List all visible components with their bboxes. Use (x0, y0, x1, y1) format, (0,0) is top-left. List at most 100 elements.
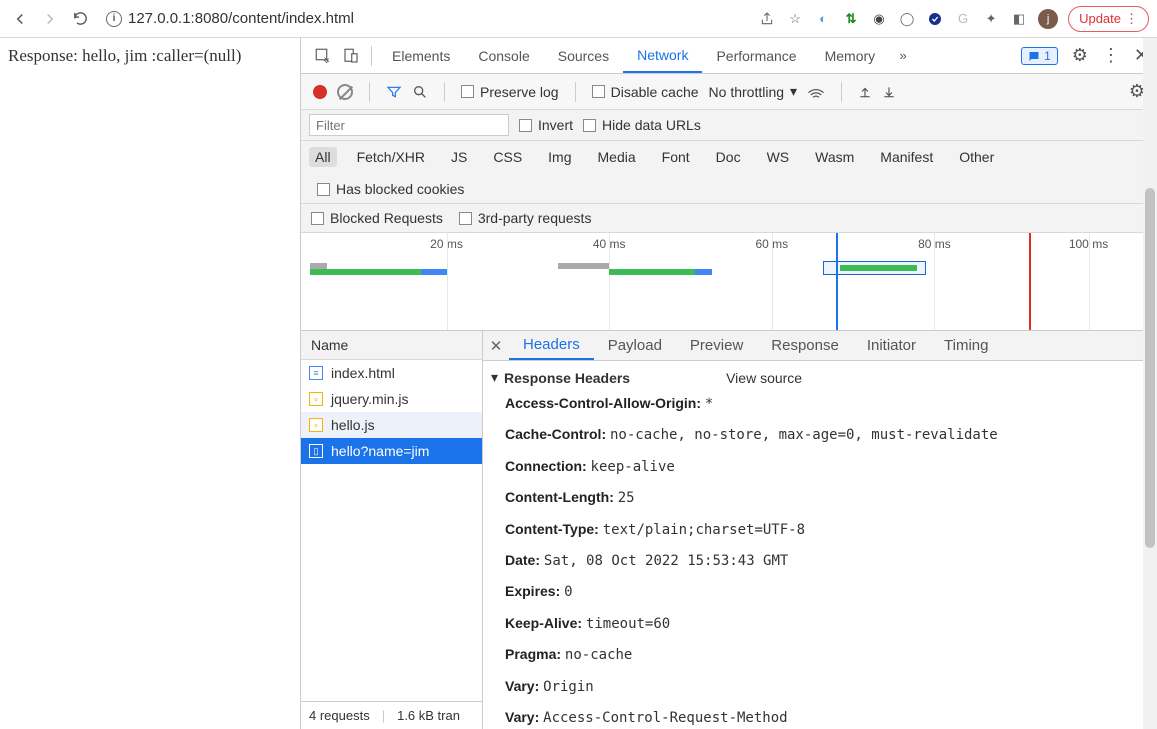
column-header-name[interactable]: Name (301, 331, 482, 360)
tab-sources[interactable]: Sources (544, 38, 623, 73)
devtools-menu-icon[interactable]: ⋮ (1102, 45, 1120, 66)
details-tab-headers[interactable]: Headers (509, 331, 594, 360)
header-value: timeout=60 (586, 616, 670, 632)
issues-badge[interactable]: 1 (1021, 47, 1058, 65)
type-ws[interactable]: WS (761, 147, 796, 167)
forward-button[interactable] (38, 7, 62, 31)
type-img[interactable]: Img (542, 147, 577, 167)
type-doc[interactable]: Doc (710, 147, 747, 167)
request-summary: 4 requests | 1.6 kB tran (301, 701, 482, 729)
star-icon[interactable]: ☆ (786, 10, 804, 28)
invert-checkbox[interactable]: Invert (519, 117, 573, 133)
file-html-icon: ≡ (309, 366, 323, 380)
update-menu-icon[interactable]: ⋮ (1125, 11, 1138, 27)
request-row[interactable]: ∘hello.js (301, 412, 482, 438)
throttling-select[interactable]: No throttling ▾ (709, 83, 798, 100)
reload-button[interactable] (68, 7, 92, 31)
tab-console[interactable]: Console (464, 38, 543, 73)
header-value: Sat, 08 Oct 2022 15:53:43 GMT (544, 553, 788, 569)
extension-icon-3[interactable]: ◉ (870, 10, 888, 28)
request-row[interactable]: ▯hello?name=jim (301, 438, 482, 464)
extension-icon-5[interactable] (926, 10, 944, 28)
header-name: Pragma: (505, 646, 565, 662)
request-row[interactable]: ∘jquery.min.js (301, 386, 482, 412)
response-header-row: Content-Length: 25 (483, 482, 1157, 513)
header-value: text/plain;charset=UTF-8 (603, 522, 805, 538)
request-row[interactable]: ≡index.html (301, 360, 482, 386)
network-conditions-icon[interactable] (807, 85, 825, 99)
response-headers-section[interactable]: ▾ Response Headers View source (483, 367, 1157, 388)
type-fetch[interactable]: Fetch/XHR (351, 147, 431, 167)
hide-data-urls-checkbox[interactable]: Hide data URLs (583, 117, 701, 133)
details-tab-payload[interactable]: Payload (594, 331, 676, 360)
site-info-icon[interactable]: i (106, 11, 122, 27)
response-header-row: Connection: keep-alive (483, 451, 1157, 482)
issues-count: 1 (1044, 49, 1051, 63)
disable-cache-checkbox[interactable]: Disable cache (592, 84, 699, 100)
blocked-requests-checkbox[interactable]: Blocked Requests (311, 210, 443, 226)
type-wasm[interactable]: Wasm (809, 147, 860, 167)
filter-bar: Invert Hide data URLs (301, 110, 1157, 141)
details-tab-timing[interactable]: Timing (930, 331, 1002, 360)
extension-icon-4[interactable]: ◯ (898, 10, 916, 28)
preserve-log-checkbox[interactable]: Preserve log (461, 84, 559, 100)
details-tab-preview[interactable]: Preview (676, 331, 757, 360)
details-close-icon[interactable]: ✕ (483, 337, 509, 355)
type-all[interactable]: All (309, 147, 337, 167)
type-js[interactable]: JS (445, 147, 473, 167)
update-button[interactable]: Update ⋮ (1068, 6, 1149, 32)
extension-icon-7[interactable]: ◧ (1010, 10, 1028, 28)
more-tabs-icon[interactable]: » (889, 42, 917, 70)
extension-icon-2[interactable]: ⇅ (842, 10, 860, 28)
type-other[interactable]: Other (953, 147, 1000, 167)
details-tab-initiator[interactable]: Initiator (853, 331, 930, 360)
clear-button[interactable] (337, 84, 353, 100)
address-bar[interactable]: i 127.0.0.1:8080/content/index.html (106, 10, 354, 27)
type-font[interactable]: Font (656, 147, 696, 167)
requests-count: 4 requests (309, 708, 370, 723)
back-button[interactable] (8, 7, 32, 31)
page-content: Response: hello, jim :caller=(null) (0, 38, 300, 729)
view-source-link[interactable]: View source (726, 370, 802, 386)
export-har-icon[interactable] (882, 84, 896, 100)
header-name: Vary: (505, 709, 543, 725)
scrollbar-thumb[interactable] (1145, 188, 1155, 548)
share-icon[interactable] (758, 10, 776, 28)
network-timeline[interactable]: 20 ms 40 ms 60 ms 80 ms 100 ms (301, 233, 1157, 331)
response-header-row: Pragma: no-cache (483, 639, 1157, 670)
inspect-element-icon[interactable] (309, 42, 337, 70)
filter-toggle-icon[interactable] (386, 84, 402, 100)
tab-performance[interactable]: Performance (702, 38, 810, 73)
device-toggle-icon[interactable] (337, 42, 365, 70)
caret-down-icon: ▾ (491, 369, 498, 386)
header-name: Keep-Alive: (505, 615, 586, 631)
extension-icon-6[interactable]: G (954, 10, 972, 28)
tab-memory[interactable]: Memory (811, 38, 890, 73)
import-har-icon[interactable] (858, 84, 872, 100)
update-label: Update (1079, 11, 1121, 26)
tab-elements[interactable]: Elements (378, 38, 464, 73)
response-header-row: Vary: Access-Control-Request-Method (483, 702, 1157, 729)
type-media[interactable]: Media (592, 147, 642, 167)
file-js-icon: ∘ (309, 392, 323, 406)
profile-avatar[interactable]: j (1038, 9, 1058, 29)
header-name: Expires: (505, 583, 564, 599)
header-name: Vary: (505, 678, 543, 694)
filter-input[interactable] (309, 114, 509, 136)
header-name: Date: (505, 552, 544, 568)
header-value: 25 (618, 490, 635, 506)
response-header-row: Expires: 0 (483, 576, 1157, 607)
type-manifest[interactable]: Manifest (874, 147, 939, 167)
devtools-panel: Elements Console Sources Network Perform… (300, 38, 1157, 729)
third-party-checkbox[interactable]: 3rd-party requests (459, 210, 592, 226)
tab-network[interactable]: Network (623, 38, 702, 73)
blocked-cookies-checkbox[interactable]: Has blocked cookies (317, 181, 464, 197)
type-css[interactable]: CSS (487, 147, 528, 167)
settings-gear-icon[interactable]: ⚙ (1072, 45, 1088, 66)
extension-icon-1[interactable]: ◐ (814, 10, 832, 28)
window-scrollbar[interactable] (1143, 38, 1157, 729)
extensions-puzzle-icon[interactable]: ✦ (982, 10, 1000, 28)
record-button[interactable] (313, 85, 327, 99)
search-icon[interactable] (412, 84, 428, 100)
details-tab-response[interactable]: Response (757, 331, 853, 360)
